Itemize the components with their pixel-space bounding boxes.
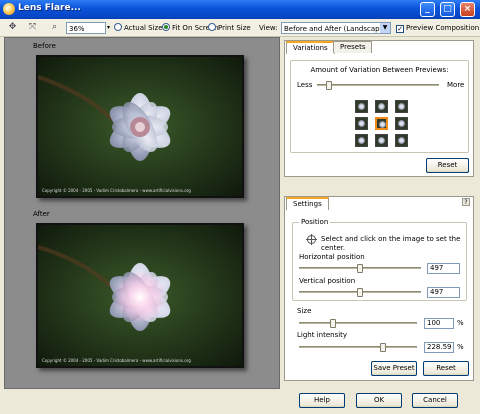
horizontal-label: Horizontal position (299, 253, 365, 261)
intensity-label: Light intensity (297, 331, 348, 339)
maximize-button[interactable]: □ (440, 2, 455, 17)
variation-flower-graphic (358, 137, 365, 144)
variations-group: Amount of Variation Between Previews: Le… (290, 60, 469, 153)
zoom-field[interactable]: 36% (66, 22, 106, 34)
move-tool-icon[interactable]: ⤧ (26, 22, 39, 34)
actual-size-option[interactable]: Actual Size (114, 22, 163, 34)
variation-flower-graphic (398, 137, 405, 144)
preview-area[interactable]: Before Copyright © 2004 - 2005 - Vadim C… (4, 37, 280, 389)
variation-flower-graphic (398, 103, 405, 110)
position-hint: Select and click on the image to set the… (321, 235, 461, 252)
zoom-icon[interactable]: ⌕ (48, 22, 61, 34)
help-button[interactable]: Help (299, 393, 345, 408)
title-bar: Lens Flare... _ □ × (0, 0, 480, 19)
horizontal-input[interactable]: 497 (427, 263, 460, 274)
app-icon (3, 3, 15, 15)
amount-slider-track (317, 84, 439, 86)
position-group: Position Select and click on the image t… (292, 218, 467, 301)
variation-thumbnail[interactable] (355, 117, 368, 130)
size-slider[interactable] (299, 319, 417, 328)
position-legend: Position (299, 218, 331, 226)
variation-thumbnail[interactable] (355, 100, 368, 113)
size-slider-thumb[interactable] (330, 319, 336, 328)
after-image[interactable]: Copyright © 2004 - 2005 - Vadim Cristoba… (36, 223, 244, 368)
variation-thumbnail[interactable] (375, 134, 388, 147)
settings-reset-button[interactable]: Reset (423, 361, 469, 376)
settings-panel: Settings ? Position Select and click on … (284, 196, 474, 381)
variation-thumbnail[interactable] (395, 134, 408, 147)
size-input[interactable]: 100 (424, 318, 454, 329)
view-select-arrow-icon[interactable]: ▼ (380, 23, 390, 33)
close-button[interactable]: × (460, 2, 475, 17)
variation-thumbnail[interactable] (395, 117, 408, 130)
variation-thumbnail[interactable] (375, 100, 388, 113)
variation-flower-graphic (358, 103, 365, 110)
variation-flower-graphic (379, 121, 386, 128)
print-size-radio[interactable] (208, 23, 216, 31)
horizontal-slider[interactable] (299, 264, 421, 273)
before-image[interactable]: Copyright © 2004 - 2005 - Vadim Cristoba… (36, 55, 244, 198)
amount-slider[interactable] (317, 81, 439, 90)
tab-variations[interactable]: Variations (286, 41, 335, 54)
variation-thumbnail[interactable] (375, 117, 388, 130)
print-size-option[interactable]: Print Size (208, 22, 251, 34)
help-icon[interactable]: ? (462, 198, 470, 206)
cancel-button[interactable]: Cancel (412, 393, 458, 408)
vertical-label: Vertical position (299, 277, 356, 285)
minimize-button[interactable]: _ (420, 2, 435, 17)
variation-flower-graphic (398, 120, 405, 127)
save-preset-button[interactable]: Save Preset (371, 361, 417, 376)
preview-composition-label: Preview Composition (406, 24, 480, 32)
intensity-slider-thumb[interactable] (380, 343, 386, 352)
variation-flower-graphic (378, 137, 385, 144)
size-unit: % (457, 319, 464, 327)
before-photo-graphic: Copyright © 2004 - 2005 - Vadim Cristoba… (38, 57, 242, 196)
before-label: Before (33, 42, 56, 50)
after-copyright: Copyright © 2004 - 2005 - Vadim Cristoba… (42, 358, 191, 363)
variation-flower-graphic (358, 120, 365, 127)
variation-grid (355, 100, 413, 150)
horizontal-slider-thumb[interactable] (357, 264, 363, 273)
actual-size-radio[interactable] (114, 23, 122, 31)
variations-reset-button[interactable]: Reset (426, 158, 469, 173)
window-title: Lens Flare... (18, 3, 81, 13)
amount-slider-thumb[interactable] (326, 81, 332, 90)
amount-label: Amount of Variation Between Previews: (310, 66, 449, 74)
hand-tool-icon[interactable]: ✥ (6, 22, 19, 34)
vertical-slider[interactable] (299, 288, 421, 297)
intensity-slider[interactable] (299, 343, 417, 352)
view-select-value: Before and After (Landscape) (284, 25, 387, 33)
variation-flower-graphic (378, 103, 385, 110)
intensity-input[interactable]: 228.59 (424, 342, 454, 353)
after-photo-graphic: Copyright © 2004 - 2005 - Vadim Cristoba… (38, 225, 242, 366)
fit-on-screen-radio[interactable] (162, 23, 170, 31)
variations-panel: Variations Presets Amount of Variation B… (284, 40, 474, 177)
preview-composition-option[interactable]: ✓ Preview Composition (396, 22, 479, 34)
actual-size-label: Actual Size (124, 24, 163, 32)
variation-thumbnail[interactable] (395, 100, 408, 113)
tab-settings[interactable]: Settings (286, 197, 329, 210)
vertical-input[interactable]: 497 (427, 287, 460, 298)
variation-thumbnail[interactable] (355, 134, 368, 147)
preview-composition-checkbox[interactable]: ✓ (396, 25, 404, 33)
less-label: Less (297, 81, 313, 89)
zoom-dropdown-icon[interactable]: ▾ (107, 22, 110, 34)
ok-button[interactable]: OK (356, 393, 402, 408)
toolbar: ✥ ⤧ ⌕ 36% ▾ Actual Size Fit On Screen Pr… (0, 19, 480, 37)
intensity-slider-track (299, 346, 417, 348)
more-label: More (447, 81, 465, 89)
view-label: View: (259, 24, 278, 32)
before-copyright: Copyright © 2004 - 2005 - Vadim Cristoba… (42, 188, 191, 193)
size-label: Size (297, 307, 312, 315)
tab-presets[interactable]: Presets (333, 41, 373, 53)
intensity-unit: % (457, 343, 464, 351)
print-size-label: Print Size (218, 24, 251, 32)
after-label: After (33, 210, 50, 218)
vertical-slider-thumb[interactable] (357, 288, 363, 297)
view-select[interactable]: Before and After (Landscape) ▼ (281, 22, 391, 34)
crosshair-icon (306, 234, 317, 245)
size-slider-track (299, 322, 417, 324)
